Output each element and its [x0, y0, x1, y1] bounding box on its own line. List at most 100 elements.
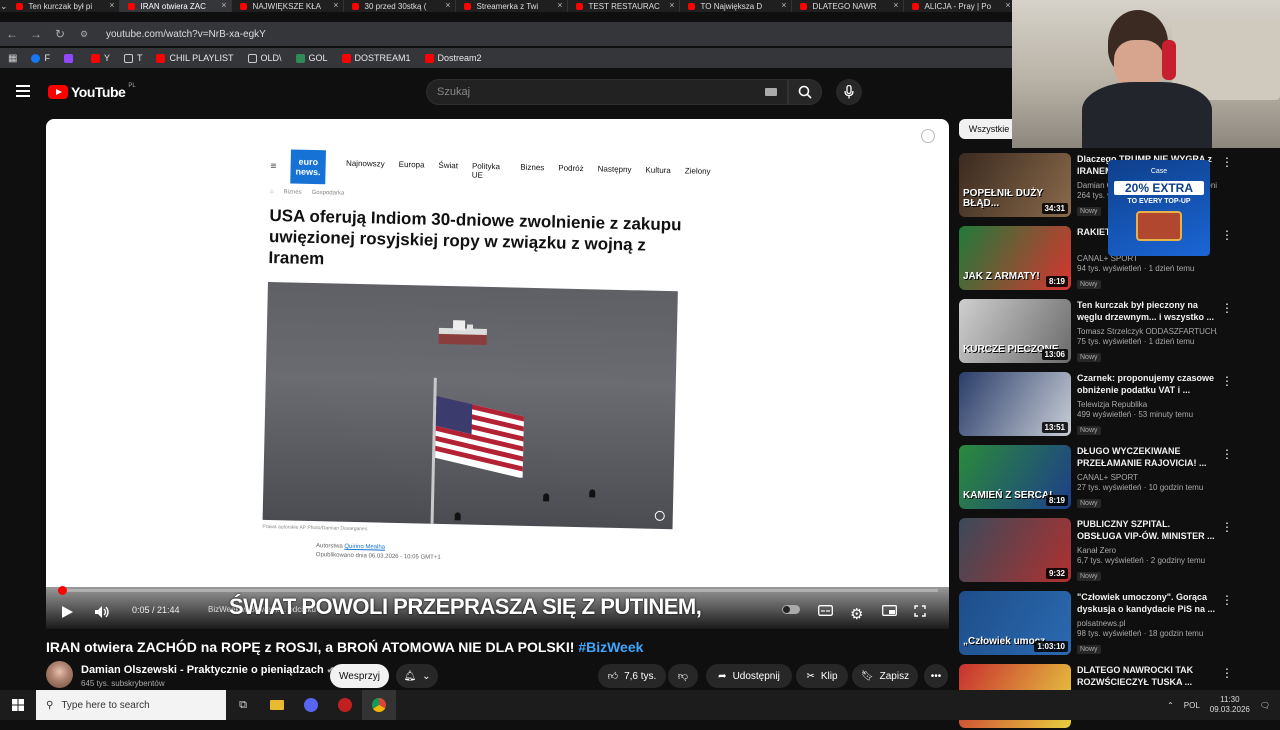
voice-search-button[interactable] — [836, 79, 862, 105]
close-tab-icon[interactable]: × — [1005, 0, 1010, 10]
channel-name[interactable]: CANAL+ SPORT — [1077, 473, 1217, 482]
share-button[interactable]: ➦ Udostępnij — [706, 664, 792, 688]
notifications-button[interactable]: 🔔︎ ⌄ — [396, 664, 438, 688]
chrome-icon[interactable] — [362, 690, 396, 720]
close-tab-icon[interactable]: × — [445, 0, 450, 10]
video-thumbnail[interactable]: 9:32 — [959, 518, 1071, 582]
tab-search-chevron-icon[interactable]: ⌄ — [0, 0, 8, 12]
fullscreen-button[interactable] — [914, 605, 926, 617]
video-player[interactable]: ≡ euro news. Najnowszy Europa Świat Polityk… — [46, 119, 949, 629]
save-button[interactable]: 🔖︎ Zapisz — [852, 664, 918, 688]
bookmark-item[interactable] — [63, 53, 77, 63]
channel-avatar[interactable] — [46, 661, 73, 688]
browser-tab[interactable]: ALICJA - Pray | Po × — [904, 0, 1016, 12]
site-info-icon[interactable]: ⚙ — [72, 29, 96, 40]
channel-name[interactable]: Damian Olszewski - Praktycznie o pieniąd… — [81, 664, 334, 676]
notifications-icon[interactable]: 🗨︎ — [1260, 701, 1270, 710]
browser-tab[interactable]: TEST RESTAURAC × — [568, 0, 680, 12]
language-indicator[interactable]: POL — [1184, 701, 1200, 710]
mute-button[interactable] — [94, 605, 110, 619]
video-title[interactable]: Ten kurczak był pieczony na węglu drzewn… — [1077, 299, 1217, 325]
file-explorer-icon[interactable] — [260, 690, 294, 720]
settings-button[interactable]: ⚙ — [850, 605, 863, 623]
browser-tab[interactable]: NAJWIĘKSZE KŁA × — [232, 0, 344, 12]
close-tab-icon[interactable]: × — [893, 0, 898, 10]
browser-tab[interactable]: IRAN otwiera ZAC × — [119, 0, 232, 12]
play-button[interactable] — [60, 605, 74, 619]
browser-tab[interactable]: 30 przed 30stką (× — [344, 0, 456, 12]
channel-name[interactable]: Telewizja Republika — [1077, 400, 1217, 409]
hashtag-link[interactable]: #BizWeek — [578, 639, 643, 655]
video-thumbnail[interactable]: POPEŁNIŁ DUŻY BŁĄD... 34:31 — [959, 153, 1071, 217]
media-app-icon[interactable] — [328, 690, 362, 720]
close-tab-icon[interactable]: × — [557, 0, 562, 10]
menu-icon[interactable] — [16, 85, 30, 97]
youtube-logo[interactable]: YouTube PL — [48, 83, 136, 100]
browser-tab[interactable]: TO Największa D × — [680, 0, 792, 12]
url-field[interactable]: youtube.com/watch?v=NrB-xa-egkY — [106, 29, 266, 40]
video-thumbnail[interactable]: JAK Z ARMATY! 8:19 — [959, 226, 1071, 290]
bookmark-item[interactable]: F — [31, 53, 50, 63]
reload-icon[interactable]: ↻ — [48, 27, 72, 41]
player-info-icon[interactable] — [921, 129, 935, 143]
dislike-button[interactable]: 👎︎ — [668, 664, 698, 688]
video-thumbnail[interactable]: „Człowiek umocz 1:03:10 — [959, 591, 1071, 655]
bookmark-item[interactable]: Y — [90, 53, 110, 63]
task-view-icon[interactable]: ⧉ — [226, 690, 260, 720]
tray-chevron-icon[interactable]: ⌃ — [1167, 701, 1174, 710]
bookmark-item[interactable]: CHIL PLAYLIST — [156, 53, 234, 63]
close-tab-icon[interactable]: × — [109, 0, 114, 10]
forward-arrow-icon[interactable]: → — [24, 27, 48, 41]
search-input[interactable]: Szukaj — [426, 79, 788, 105]
clip-button[interactable]: ✂ Klip — [796, 664, 848, 688]
browser-tab[interactable]: Streamerka z Twi × — [456, 0, 568, 12]
support-button[interactable]: Wesprzyj — [330, 664, 389, 688]
more-actions-button[interactable]: ••• — [924, 664, 948, 688]
video-thumbnail[interactable]: KAMIEŃ Z SERCA! 8:19 — [959, 445, 1071, 509]
recommended-video[interactable]: 13:51 Czarnek: proponujemy czasowe obniże… — [959, 372, 1279, 438]
channel-name[interactable]: Tomasz Strzelczyk ODDASZFARTUCHA — [1077, 327, 1217, 336]
apps-grid-icon[interactable]: ▦ — [8, 53, 17, 64]
video-title[interactable]: "Człowiek umoczony". Gorąca dyskusja o k… — [1077, 591, 1217, 617]
recommended-video[interactable]: KAMIEŃ Z SERCA! 8:19 DŁUGO WYCZEKIWANE PRZ… — [959, 445, 1279, 511]
more-vertical-icon[interactable]: ⋮ — [1221, 520, 1233, 534]
recommended-video[interactable]: KURCZE PIECZONE 13:06 Ten kurczak był piec… — [959, 299, 1279, 365]
video-title[interactable]: DŁUGO WYCZEKIWANE PRZEŁAMANIE RAJOVICIA!… — [1077, 445, 1217, 471]
like-button[interactable]: 👍︎ 7,6 tys. — [598, 664, 666, 688]
channel-name[interactable]: Kanał Zero — [1077, 546, 1217, 555]
more-vertical-icon[interactable]: ⋮ — [1221, 301, 1233, 315]
video-title[interactable]: DLATEGO NAWROCKI TAK ROZWŚCIECZYŁ TUSKA … — [1077, 664, 1217, 690]
browser-tab[interactable]: Ten kurczak był pi × — [8, 0, 120, 12]
bookmark-item[interactable]: T — [123, 53, 142, 63]
taskbar-search[interactable]: ⚲ Type here to search — [36, 690, 226, 720]
more-vertical-icon[interactable]: ⋮ — [1221, 666, 1233, 680]
progress-bar[interactable] — [57, 586, 938, 595]
search-button[interactable] — [788, 79, 822, 105]
more-vertical-icon[interactable]: ⋮ — [1221, 447, 1233, 461]
channel-name[interactable]: polsatnews.pl — [1077, 619, 1217, 628]
close-tab-icon[interactable]: × — [669, 0, 674, 10]
bookmark-item[interactable]: GOL — [295, 53, 328, 63]
keyboard-icon[interactable] — [765, 88, 777, 96]
more-vertical-icon[interactable]: ⋮ — [1221, 228, 1233, 242]
progress-scrubber[interactable] — [57, 586, 67, 595]
video-title[interactable]: PUBLICZNY SZPITAL. OBSŁUGA VIP-ÓW. MINIS… — [1077, 518, 1217, 544]
autoplay-toggle[interactable] — [782, 605, 800, 614]
recommended-video[interactable]: „Człowiek umocz 1:03:10 "Człowiek umoczony… — [959, 591, 1279, 657]
close-tab-icon[interactable]: × — [781, 0, 786, 10]
clock[interactable]: 11:30 09.03.2026 — [1210, 695, 1250, 715]
close-tab-icon[interactable]: × — [333, 0, 338, 10]
subtitles-button[interactable] — [818, 605, 833, 616]
back-arrow-icon[interactable]: ← — [0, 27, 24, 41]
bookmark-item[interactable]: Dostream2 — [424, 53, 482, 63]
miniplayer-button[interactable] — [882, 605, 897, 616]
start-button[interactable] — [0, 690, 36, 720]
browser-tab[interactable]: DLATEGO NAWR × — [792, 0, 904, 12]
filter-chip-all[interactable]: Wszystkie — [959, 119, 1019, 139]
recommended-video[interactable]: 9:32 PUBLICZNY SZPITAL. OBSŁUGA VIP-ÓW. M… — [959, 518, 1279, 584]
more-vertical-icon[interactable]: ⋮ — [1221, 155, 1233, 169]
bookmark-item[interactable]: DOSTREAM1 — [341, 53, 411, 63]
more-vertical-icon[interactable]: ⋮ — [1221, 593, 1233, 607]
video-thumbnail[interactable]: KURCZE PIECZONE 13:06 — [959, 299, 1071, 363]
more-vertical-icon[interactable]: ⋮ — [1221, 374, 1233, 388]
